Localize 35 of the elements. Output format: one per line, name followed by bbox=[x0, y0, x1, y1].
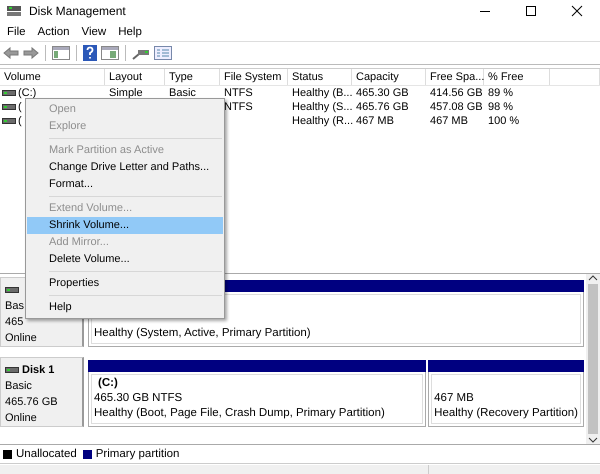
window-title: Disk Management bbox=[29, 4, 126, 18]
table-cell: 465.76 GB bbox=[356, 101, 409, 113]
table-cell: Healthy (B... bbox=[292, 87, 353, 99]
table-cell: 465.30 GB bbox=[356, 87, 409, 99]
disk-info: Bas bbox=[5, 299, 24, 314]
table-cell: ( bbox=[18, 115, 22, 127]
disk-name: Disk 1 bbox=[22, 363, 54, 378]
table-cell: 98 % bbox=[488, 101, 514, 113]
disk-info: Online bbox=[5, 411, 37, 426]
table-cell: 467 MB bbox=[430, 115, 468, 127]
table-cell: (C:) bbox=[18, 87, 36, 99]
table-cell: NTFS bbox=[224, 101, 253, 113]
table-cell: 467 MB bbox=[356, 115, 394, 127]
table-cell: Healthy (S... bbox=[292, 101, 353, 113]
partition-status: Healthy (Recovery Partition) bbox=[434, 406, 579, 421]
disk-info: 465.76 GB bbox=[5, 395, 58, 410]
table-cell: 414.56 GB bbox=[430, 87, 483, 99]
partition-size: 465.30 GB NTFS bbox=[94, 392, 182, 404]
table-cell: NTFS bbox=[224, 87, 253, 99]
disk-info: Online bbox=[5, 331, 37, 346]
disk-info: 465 bbox=[5, 315, 24, 330]
partition-size: 467 MB bbox=[434, 392, 474, 404]
partition-status: Healthy (Boot, Page File, Crash Dump, Primary Partition) bbox=[94, 406, 386, 421]
legend-label: Unallocated bbox=[16, 448, 77, 460]
table-cell: Basic bbox=[169, 87, 196, 99]
partition-status: Healthy (System, Active, Primary Partition) bbox=[94, 326, 312, 341]
table-cell: 89 % bbox=[488, 87, 514, 99]
table-cell: Simple bbox=[109, 87, 143, 99]
table-cell: Healthy (R... bbox=[292, 115, 354, 127]
table-cell: ( bbox=[18, 101, 22, 113]
legend-label: Primary partition bbox=[96, 448, 180, 460]
disk-info: Basic bbox=[5, 379, 32, 394]
table-cell: 100 % bbox=[488, 115, 520, 127]
partition-name: (C:) bbox=[97, 377, 118, 389]
table-cell: 457.08 GB bbox=[430, 101, 483, 113]
